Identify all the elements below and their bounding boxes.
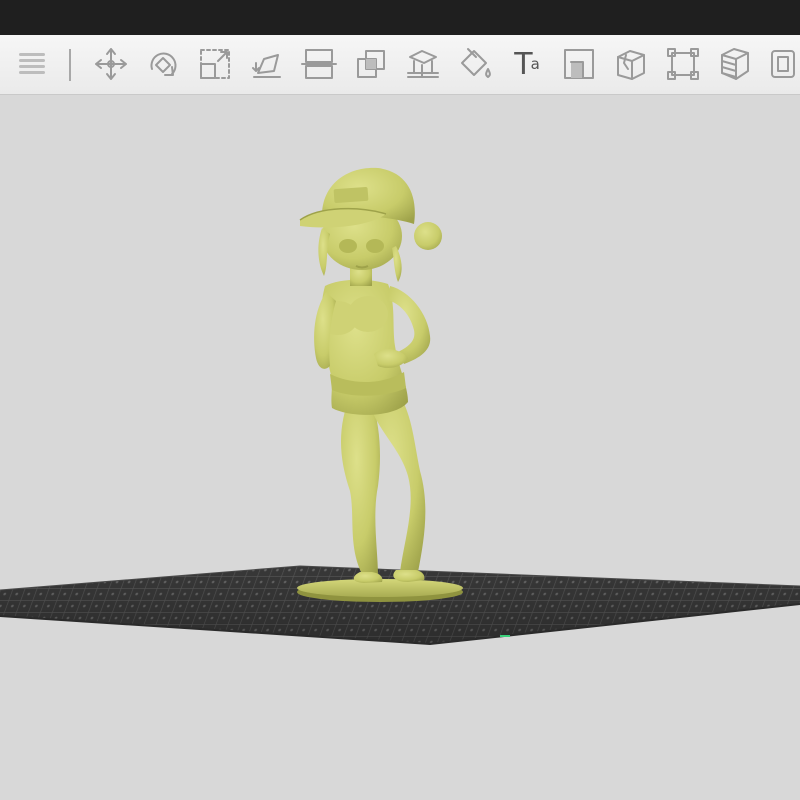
support-tool-button[interactable] (400, 41, 446, 87)
lay-flat-icon (252, 54, 281, 78)
move-icon (95, 48, 127, 80)
support-icon (407, 50, 439, 78)
rotate-tool-button[interactable] (140, 41, 186, 87)
paint-tool-button[interactable] (452, 41, 498, 87)
hollow-tool-button[interactable] (556, 41, 602, 87)
move-tool-button[interactable] (88, 41, 134, 87)
rotate-icon (150, 52, 177, 76)
toolbar: Ta (0, 35, 800, 95)
hollow-icon (564, 49, 594, 79)
copy-tool-button[interactable] (764, 41, 800, 87)
layers-tool-button[interactable] (712, 41, 758, 87)
layers-icon (721, 48, 749, 80)
scale-tool-button[interactable] (192, 41, 238, 87)
cut-tool-button[interactable] (296, 41, 342, 87)
3d-viewport[interactable] (0, 96, 800, 800)
menu-button[interactable] (9, 41, 55, 87)
model-figurine[interactable] (297, 167, 463, 602)
split-tool-button[interactable] (608, 41, 654, 87)
duplicate-icon (357, 50, 385, 78)
text-icon: Ta (514, 46, 540, 82)
duplicate-tool-button[interactable] (348, 41, 394, 87)
title-bar (0, 0, 800, 35)
repair-frame-icon (667, 48, 699, 80)
scene-canvas (0, 167, 800, 646)
repair-tool-button[interactable] (660, 41, 706, 87)
paint-bucket-icon (461, 48, 491, 78)
text-tool-button[interactable]: Ta (504, 41, 550, 87)
menu-icon (19, 53, 45, 74)
cut-icon (301, 49, 337, 79)
toolbar-separator (69, 49, 71, 81)
copy-icon (771, 50, 795, 78)
scale-icon (200, 49, 230, 79)
split-cube-icon (617, 50, 645, 80)
lay-flat-tool-button[interactable] (244, 41, 290, 87)
